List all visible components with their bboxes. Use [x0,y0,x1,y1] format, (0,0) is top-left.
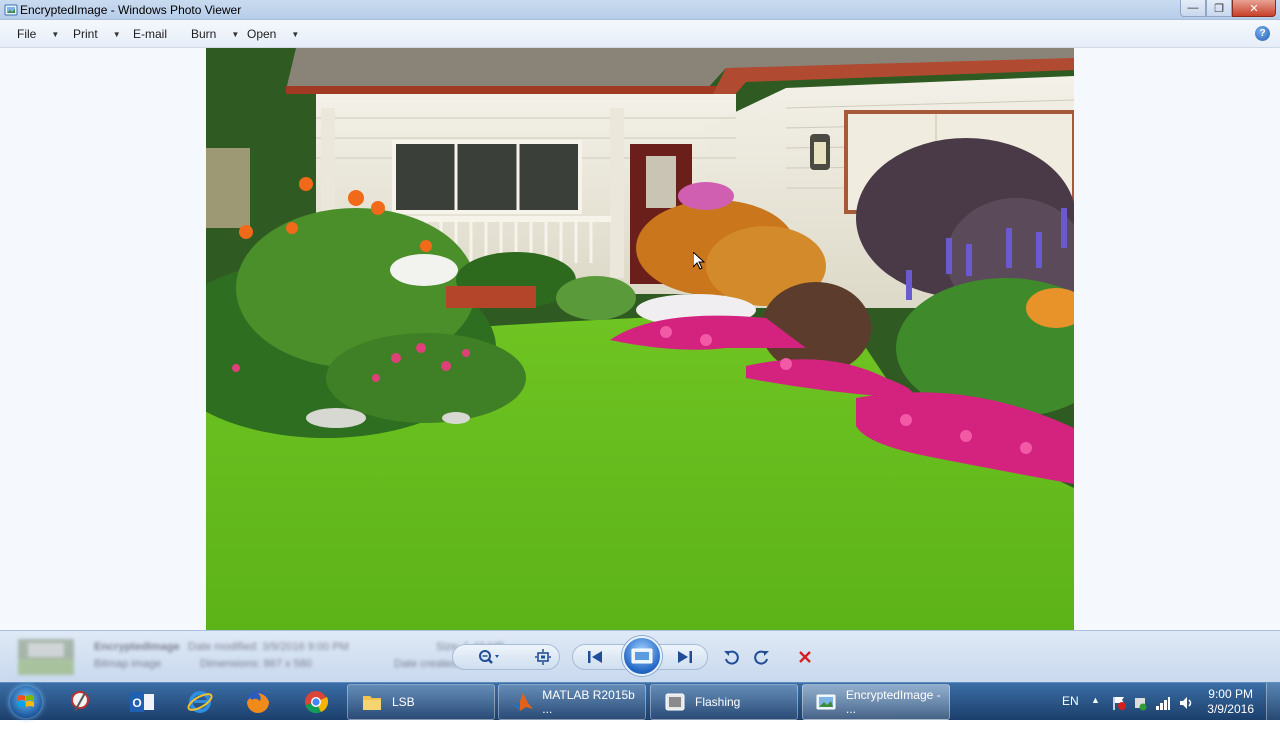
menu-open[interactable]: Open ▼ [247,27,299,41]
playback-controls [452,636,828,676]
rotate-left-icon [724,650,739,665]
clock-date: 3/9/2016 [1207,702,1254,716]
menu-burn[interactable]: Burn ▼ [191,27,239,41]
task-label: MATLAB R2015b ... [542,688,635,716]
fit-window-icon [535,649,551,665]
chevron-down-icon: ▼ [112,29,121,39]
safely-remove-icon[interactable] [1132,695,1148,733]
minimize-button[interactable]: — [1180,0,1206,17]
image-thumbnail [18,639,74,675]
system-clock[interactable]: 9:00 PM 3/9/2016 [1207,687,1254,717]
windows-logo-icon [10,686,42,718]
chevron-down-icon: ▼ [51,29,60,39]
help-icon[interactable]: ? [1255,26,1270,41]
chevron-down-icon: ▼ [231,29,240,39]
control-bar: EncryptedImage Bitmap image Date modifie… [0,630,1280,682]
actual-size-button[interactable] [530,644,556,670]
previous-button[interactable] [582,644,608,670]
task-label: EncryptedImage - ... [845,688,941,716]
mouse-cursor [693,252,705,270]
file-type: Bitmap image [94,658,162,670]
firefox-icon[interactable] [236,685,280,719]
menu-file[interactable]: File ▼ [17,27,59,41]
language-indicator[interactable]: EN [1062,694,1079,732]
close-button[interactable]: ✕ [1232,0,1276,17]
network-icon[interactable] [1155,695,1171,733]
file-dimensions: Dimensions: 867 x 580 [200,658,312,670]
volume-icon[interactable] [1178,695,1194,733]
task-label: LSB [392,695,415,709]
task-matlab[interactable]: MATLAB R2015b ... [498,684,646,720]
slideshow-button[interactable] [622,636,662,676]
folder-icon [360,690,384,714]
menu-print-label: Print [73,27,98,41]
internet-explorer-icon[interactable] [178,685,222,719]
menu-burn-label: Burn [191,27,217,41]
rotate-ccw-button[interactable] [718,644,744,670]
skip-next-icon [678,651,692,663]
magnifier-icon [479,650,499,664]
show-hidden-icons-icon[interactable]: ▲ [1091,695,1100,733]
rotate-right-icon [754,650,769,665]
clock-time: 9:00 PM [1208,687,1253,701]
taskbar: O LSB MATLAB R2015b ... Flashing Encrypt… [0,682,1280,721]
outlook-icon[interactable]: O [120,685,164,719]
show-desktop-button[interactable] [1266,683,1280,721]
file-info: EncryptedImage Bitmap image Date modifie… [94,641,514,675]
start-button[interactable] [4,684,48,720]
task-encryptedimage[interactable]: EncryptedImage - ... [802,684,950,720]
snipping-tool-icon[interactable] [58,685,102,719]
menu-open-label: Open [247,27,277,41]
zoom-button[interactable] [476,644,502,670]
image-viewer [0,48,1280,630]
skip-previous-icon [588,651,602,663]
file-date-modified: Date modified: 3/9/2016 9:00 PM [188,641,349,653]
rotate-cw-button[interactable] [749,644,775,670]
menu-file-label: File [17,27,37,41]
garden-photo[interactable] [206,48,1074,630]
matlab-icon [511,690,534,714]
svg-text:O: O [132,696,141,710]
window-title: EncryptedImage - Windows Photo Viewer [20,3,242,17]
photo-viewer-icon [815,690,838,714]
video-window-icon [663,690,687,714]
action-center-flag-icon[interactable] [1111,695,1127,733]
menu-email[interactable]: E-mail [133,27,167,41]
menu-print[interactable]: Print ▼ [73,27,121,41]
chevron-down-icon: ▼ [291,29,300,39]
chrome-icon[interactable] [294,685,338,719]
task-flashing[interactable]: Flashing [650,684,798,720]
delete-button[interactable] [792,644,818,670]
task-lsb[interactable]: LSB [347,684,495,720]
delete-x-icon [799,651,811,663]
slideshow-icon [631,648,653,664]
title-bar[interactable]: EncryptedImage - Windows Photo Viewer — … [0,0,1280,20]
menu-bar: File ▼ Print ▼ E-mail Burn ▼ Open ▼ ? [0,20,1280,48]
restore-button[interactable]: ❐ [1206,0,1232,17]
menu-email-label: E-mail [133,27,168,41]
next-button[interactable] [672,644,698,670]
task-label: Flashing [695,695,741,709]
file-name: EncryptedImage [94,641,180,653]
photo-viewer-icon [4,4,18,16]
